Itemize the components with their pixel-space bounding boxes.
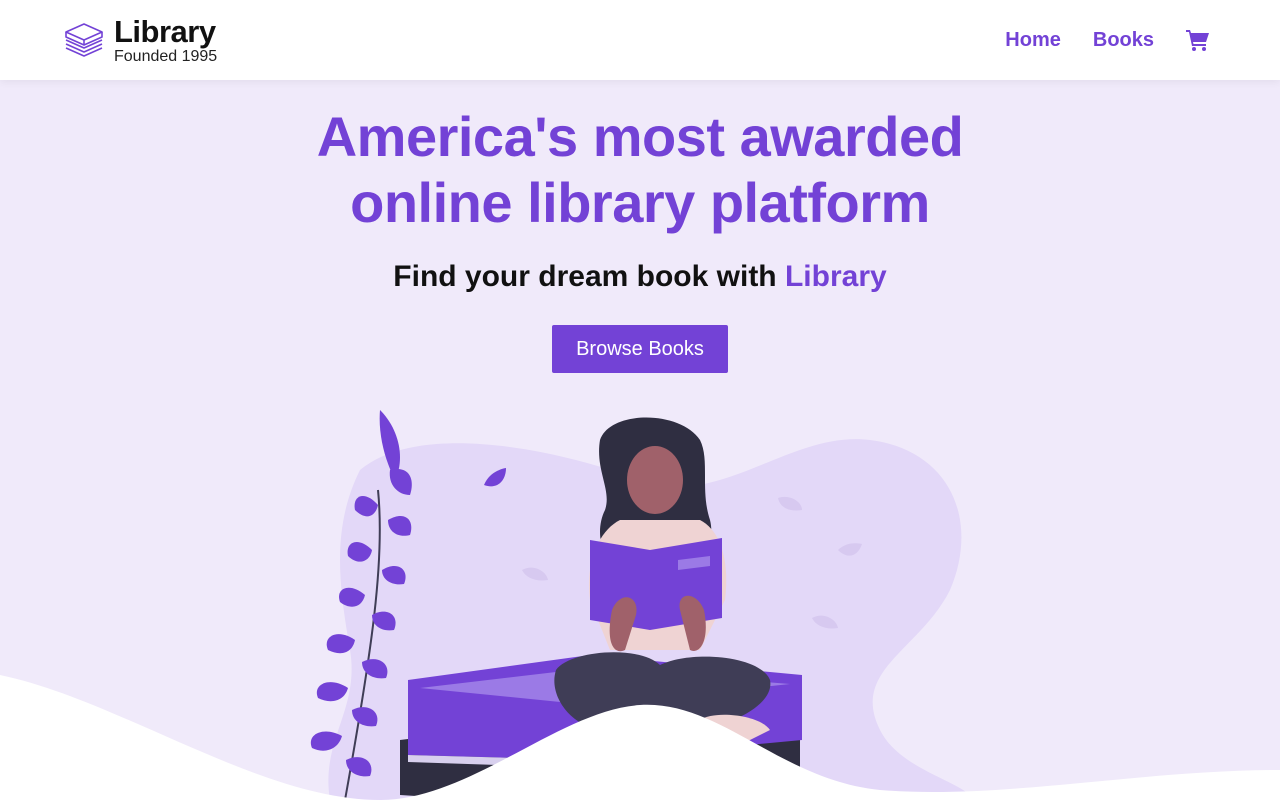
- hero-title-line1: America's most awarded: [316, 105, 964, 168]
- navbar: Library Founded 1995 Home Books: [0, 0, 1280, 80]
- hero-title: America's most awarded online library pl…: [0, 104, 1280, 236]
- browse-books-button[interactable]: Browse Books: [552, 325, 728, 373]
- brand-logo[interactable]: Library Founded 1995: [62, 16, 217, 65]
- hero-subtitle-text: Find your dream book with: [393, 260, 777, 293]
- books-stack-icon: [65, 23, 103, 57]
- hero-subtitle-accent: Library: [784, 260, 887, 293]
- brand-title: Library: [114, 13, 216, 49]
- hero-subtitle: Find your dream book with Library: [0, 260, 1280, 294]
- reading-woman-illustration: [0, 410, 1280, 800]
- nav-home-link[interactable]: Home: [1005, 29, 1061, 52]
- hero-section: America's most awarded online library pl…: [0, 80, 1280, 800]
- shopping-cart-icon[interactable]: [1186, 29, 1210, 51]
- nav-links: Home Books: [1005, 29, 1210, 52]
- hero-title-line2: online library platform: [350, 171, 930, 234]
- brand-subtitle: Founded 1995: [114, 47, 218, 65]
- nav-books-link[interactable]: Books: [1093, 29, 1154, 52]
